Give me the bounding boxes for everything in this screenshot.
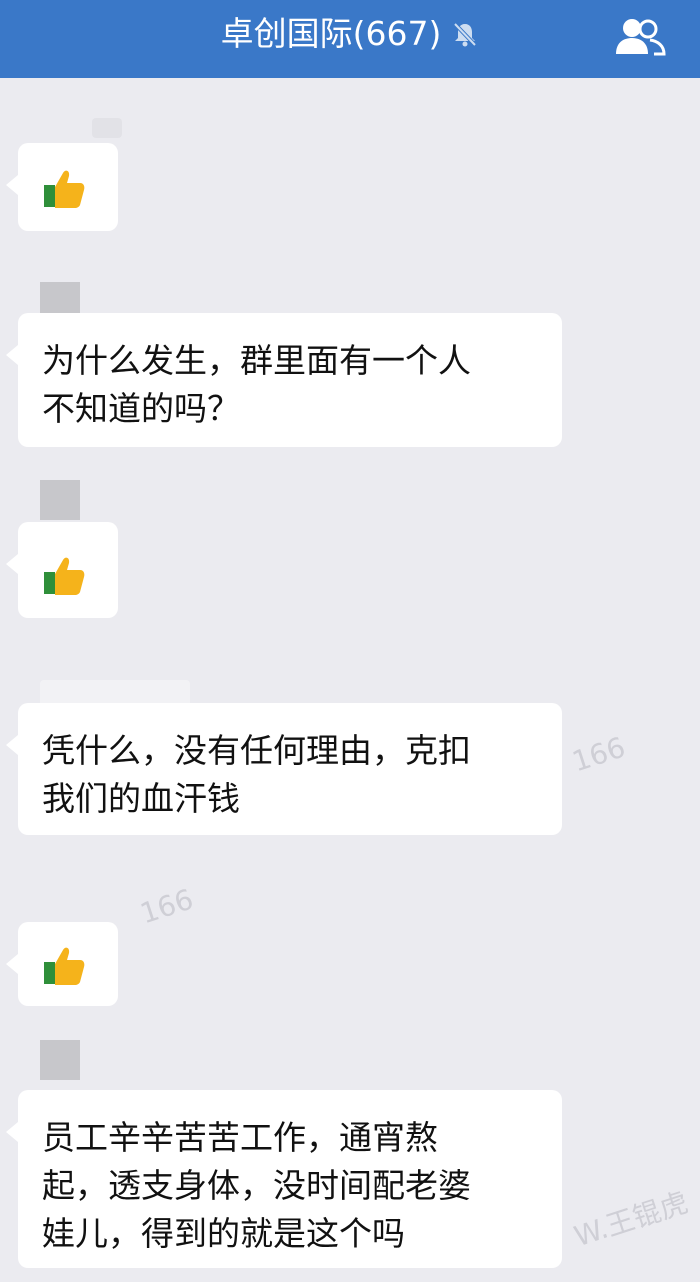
mute-bell-icon [453, 22, 477, 47]
thumbs-up-icon [44, 170, 85, 208]
sender-name-blurred [92, 118, 122, 138]
watermark-text: 166 [136, 882, 198, 931]
message-bubble-emoji[interactable] [6, 922, 118, 1006]
thumbs-up-icon [44, 947, 85, 985]
sender-avatar[interactable] [40, 480, 80, 520]
message-text: 凭什么，没有任何理由，克扣 我们的血汗钱 [42, 731, 471, 818]
message-bubble-text[interactable]: 员工辛辛苦苦工作，通宵熬 起，透支身体，没时间配老婆 娃儿，得到的就是这个吗 [6, 1090, 562, 1268]
thumbs-up-icon [44, 557, 85, 595]
message-text: 员工辛辛苦苦工作，通宵熬 起，透支身体，没时间配老婆 娃儿，得到的就是这个吗 [42, 1118, 471, 1253]
chat-header: 卓创国际(667) [0, 0, 700, 78]
message-bubble-text[interactable]: 为什么发生，群里面有一个人 不知道的吗？ [6, 313, 562, 447]
group-title: 卓创国际(667) [220, 14, 442, 53]
message-text: 为什么发生，群里面有一个人 不知道的吗？ [42, 341, 471, 428]
watermark-text: W.王锟虎 [570, 1185, 693, 1254]
message-bubble-text[interactable]: 凭什么，没有任何理由，克扣 我们的血汗钱 [6, 703, 562, 835]
message-bubble-emoji[interactable] [6, 143, 118, 231]
message-bubble-emoji[interactable] [6, 522, 118, 618]
chat-title-area: 卓创国际(667) [0, 12, 700, 56]
watermark-text: 166 [568, 730, 630, 779]
group-members-icon[interactable] [610, 16, 670, 60]
sender-avatar[interactable] [40, 1040, 80, 1080]
